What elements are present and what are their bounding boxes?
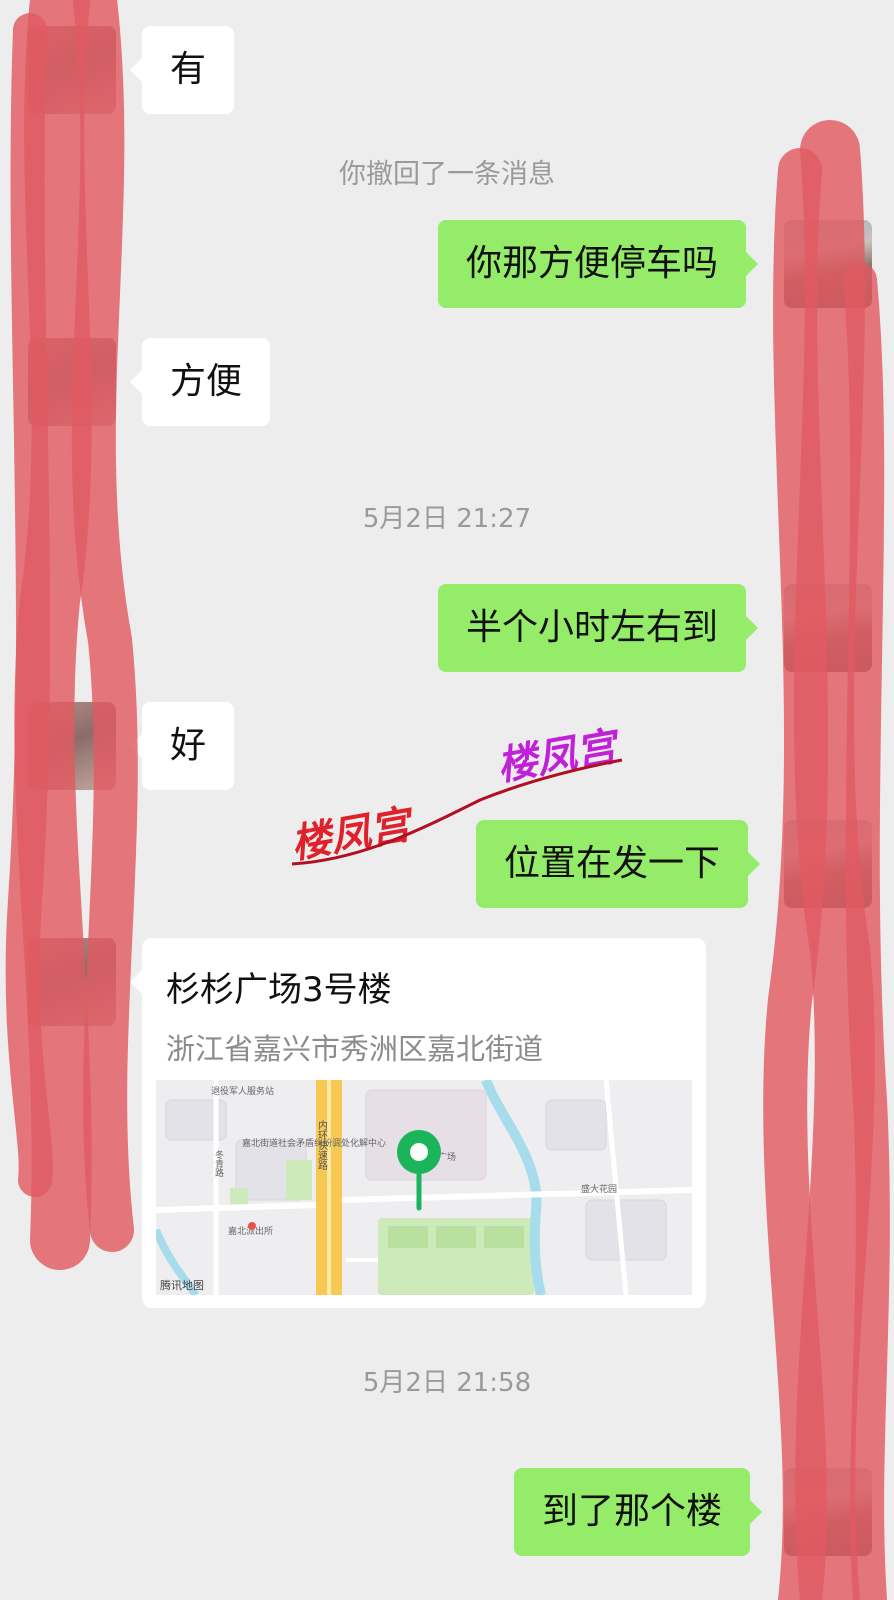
message-text: 到了那个楼 [542, 1491, 723, 1532]
location-address: 浙江省嘉兴市秀洲区嘉北街道 [166, 1032, 544, 1066]
message-text: 方便 [170, 361, 243, 402]
message-text: 半个小时左右到 [466, 607, 719, 648]
my-avatar[interactable] [784, 220, 872, 308]
location-message-card[interactable]: 杉杉广场3号楼 浙江省嘉兴市秀洲区嘉北街道 退役军人服务站 嘉北街道社会矛盾纠纷… [130, 938, 706, 1308]
message-bubble-outgoing[interactable]: 位置在发一下 [476, 820, 761, 908]
timestamp: 5月2日 21:58 [362, 1368, 532, 1398]
message-bubble-outgoing[interactable]: 半个小时左右到 [438, 584, 759, 672]
map-label-center: 嘉北街道社会矛盾纠纷调处化解中心 [242, 1137, 386, 1149]
my-avatar[interactable] [784, 1468, 872, 1556]
message-bubble-outgoing[interactable]: 到了那个楼 [514, 1468, 763, 1556]
my-avatar[interactable] [784, 820, 872, 908]
location-name: 杉杉广场3号楼 [166, 970, 392, 1010]
watermark-text-1: 楼凤宫 [287, 801, 414, 869]
message-bubble-incoming[interactable]: 有 [129, 26, 235, 114]
contact-avatar[interactable] [28, 702, 116, 790]
message-text: 你那方便停车吗 [466, 243, 719, 284]
message-bubble-outgoing[interactable]: 你那方便停车吗 [438, 220, 759, 308]
map-label-garden: 盛大花园 [581, 1183, 617, 1195]
svg-text:内环快速路: 内环快速路 [316, 1119, 328, 1171]
map-attribution: 腾讯地图 [160, 1279, 204, 1292]
message-text: 位置在发一下 [504, 843, 721, 884]
map-street-label: 冬青路 [213, 1149, 224, 1178]
recall-notice: 你撤回了一条消息 [339, 159, 555, 190]
watermark-text-2: 楼凤宫 [493, 723, 620, 791]
map-road-label: 内环快速路 [316, 1119, 328, 1171]
message-bubble-incoming[interactable]: 方便 [129, 338, 271, 426]
timestamp: 5月2日 21:27 [362, 504, 532, 534]
contact-avatar[interactable] [28, 338, 116, 426]
message-text: 有 [170, 49, 207, 90]
message-bubble-incoming[interactable]: 好 [129, 702, 235, 790]
svg-text:冬青路: 冬青路 [213, 1149, 224, 1178]
contact-avatar[interactable] [28, 26, 116, 114]
message-text: 好 [170, 725, 207, 766]
location-map-preview[interactable]: 退役军人服务站 嘉北街道社会矛盾纠纷调处化解中心 嘉北派出所 盛大花园 广场 内… [156, 1080, 692, 1295]
my-avatar[interactable] [784, 584, 872, 672]
map-label-service: 退役军人服务站 [211, 1085, 274, 1097]
contact-avatar[interactable] [28, 938, 116, 1026]
